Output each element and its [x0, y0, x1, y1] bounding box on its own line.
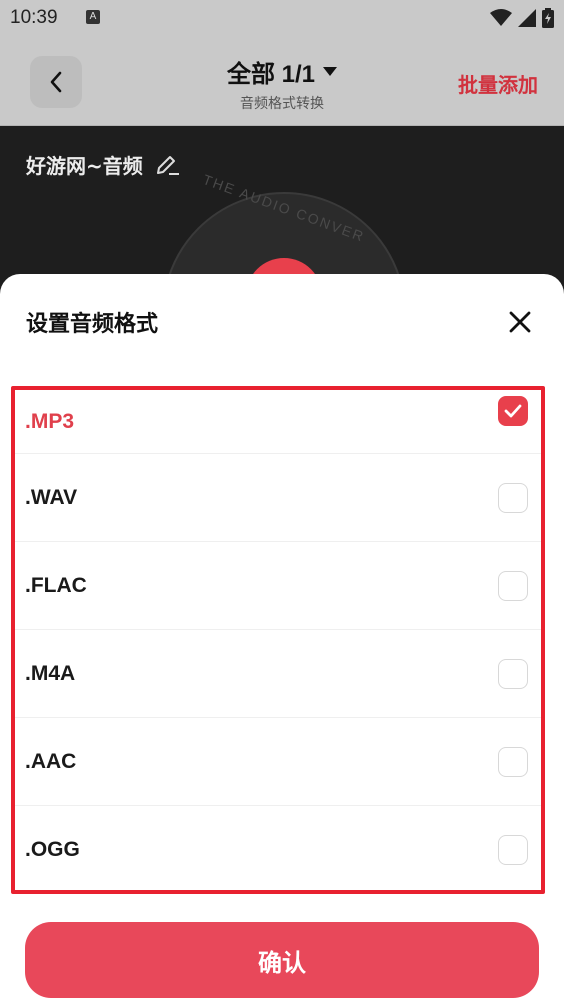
- format-checkbox[interactable]: [498, 658, 528, 689]
- format-label: .AAC: [25, 749, 77, 773]
- audio-name: 好游网~音频: [26, 154, 143, 178]
- format-label: .MP3: [25, 410, 75, 433]
- format-item-aac[interactable]: .AAC: [15, 718, 541, 806]
- page-subtitle: 音频格式转换: [240, 96, 324, 112]
- status-time: 10:39: [10, 7, 58, 28]
- format-item-flac[interactable]: .FLAC: [15, 542, 541, 630]
- format-list: .MP3 .WAV .FLAC .M4A .AAC .OGG: [11, 386, 545, 894]
- close-button[interactable]: [500, 302, 540, 342]
- page-title: 全部 1/1: [226, 61, 316, 88]
- vinyl-record-graphic: THE AUDIO CONVER: [162, 171, 406, 286]
- wifi-icon: [490, 9, 512, 26]
- format-label: .FLAC: [25, 573, 87, 597]
- app-header: 全部 1/1 音频格式转换 批量添加: [0, 38, 564, 126]
- format-label: .OGG: [25, 838, 80, 861]
- header-title-group[interactable]: 全部 1/1 音频格式转换: [150, 54, 414, 113]
- format-label: .M4A: [25, 661, 76, 685]
- format-item-m4a[interactable]: .M4A: [15, 630, 541, 718]
- notification-icon: A: [86, 10, 100, 24]
- chevron-left-icon: [50, 71, 62, 93]
- format-checkbox[interactable]: [498, 396, 528, 426]
- vinyl-label-text: THE AUDIO CONVER: [200, 171, 368, 245]
- confirm-button[interactable]: 确认: [25, 922, 539, 998]
- battery-icon: [542, 8, 554, 28]
- format-checkbox[interactable]: [498, 746, 528, 777]
- format-checkbox[interactable]: [498, 835, 528, 865]
- format-checkbox[interactable]: [498, 570, 528, 601]
- batch-add-button[interactable]: 批量添加: [458, 69, 538, 98]
- status-bar: 10:39 A: [0, 0, 564, 38]
- format-item-mp3[interactable]: .MP3: [15, 390, 541, 454]
- back-button[interactable]: [30, 56, 82, 108]
- checkmark-icon: [504, 404, 522, 418]
- signal-icon: [518, 9, 536, 27]
- format-label: .WAV: [25, 485, 78, 509]
- format-checkbox[interactable]: [498, 482, 528, 513]
- close-icon: [509, 311, 531, 333]
- caret-down-icon: [323, 66, 338, 76]
- format-item-wav[interactable]: .WAV: [15, 454, 541, 542]
- edit-pencil-icon[interactable]: [155, 153, 181, 177]
- audio-name-row: 好游网~音频: [26, 150, 181, 179]
- audio-preview-area: 好游网~音频 THE AUDIO CONVER: [0, 126, 564, 286]
- sheet-title: 设置音频格式: [26, 312, 159, 337]
- status-icons: [490, 8, 554, 28]
- format-item-ogg[interactable]: .OGG: [15, 806, 541, 890]
- format-bottom-sheet: 设置音频格式 .MP3 .WAV .FLAC .M4A .AAC .OGG 确认: [0, 274, 564, 1004]
